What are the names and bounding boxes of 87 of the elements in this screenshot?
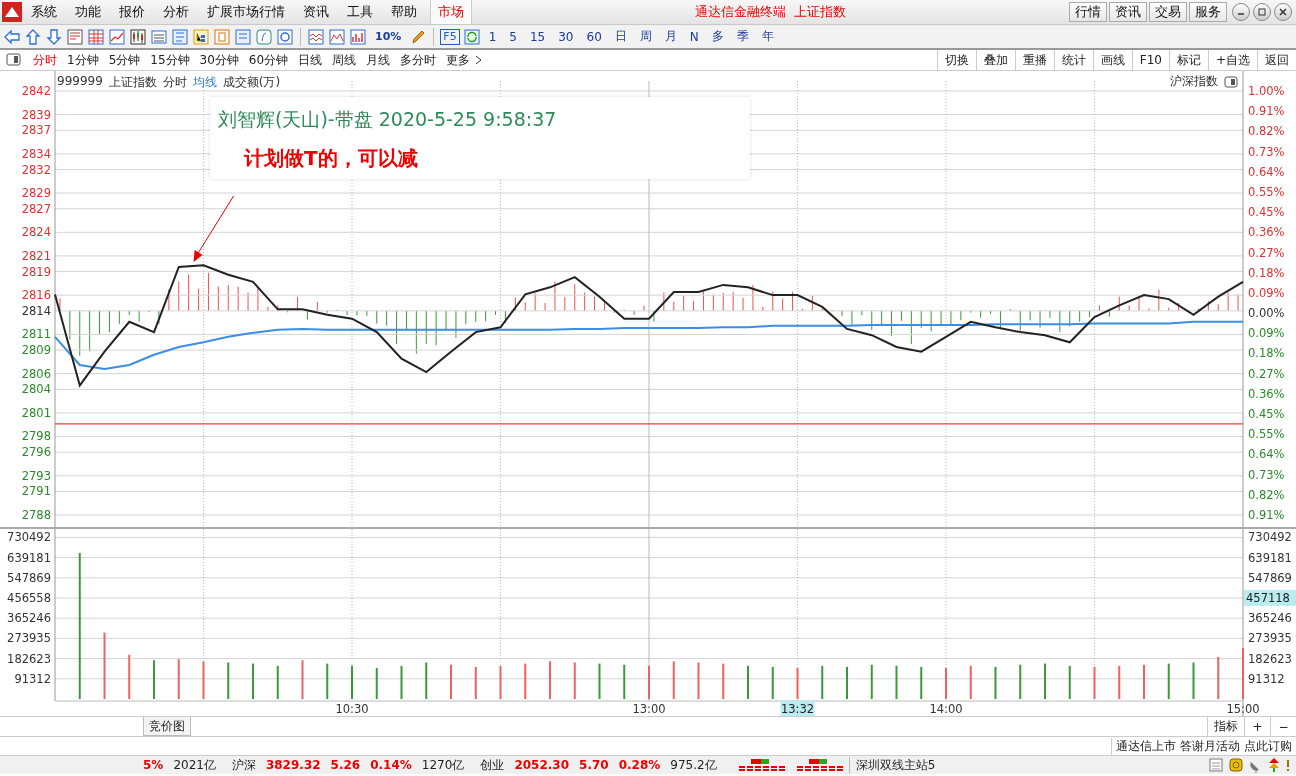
axis-label: 2821	[21, 248, 51, 263]
axis-label: 639181	[1248, 550, 1292, 565]
axis-label: 0.18%	[1248, 346, 1285, 361]
axis-label: 2811	[21, 327, 51, 342]
server-status: 深圳双线主站5	[848, 756, 942, 774]
status-text: 5%	[143, 758, 164, 772]
axis-label: 182623	[1248, 651, 1292, 666]
axis-label: 0.09%	[1248, 285, 1285, 300]
time-label: 13:00	[632, 702, 666, 716]
annotation-author: 刘智辉(天山)-带盘 2020-5-25 9:58:37	[218, 107, 558, 132]
axis-label: 2824	[21, 225, 51, 240]
axis-label: 0.82%	[1248, 124, 1285, 139]
status-text: 2021亿	[173, 756, 216, 774]
axis-label: 2809	[21, 343, 51, 358]
status-text: 3829.32	[265, 758, 321, 772]
axis-label: 2796	[21, 445, 51, 460]
axis-label: 0.55%	[1248, 184, 1285, 199]
axis-label: 2793	[21, 468, 51, 483]
axis-label: 0.64%	[1248, 164, 1285, 179]
status-text: 1270亿	[421, 756, 465, 774]
axis-label: 2791	[21, 484, 51, 499]
axis-label: 273935	[1248, 631, 1292, 646]
axis-label: 0.55%	[1248, 427, 1285, 442]
axis-label: 639181	[7, 550, 51, 565]
axis-label: 91312	[14, 671, 51, 686]
status-text: 0.28%	[618, 758, 661, 772]
window-title: 通达信金融终端 上证指数	[694, 3, 847, 21]
status-text: 975.2亿	[670, 756, 717, 774]
axis-label: 2816	[21, 288, 51, 303]
axis-label: 547869	[1248, 570, 1292, 585]
annotation-note: 计划做T的，可以减	[242, 145, 419, 172]
axis-label: 547869	[7, 570, 51, 585]
volume-label: 成交额(万)	[222, 74, 281, 91]
axis-label: 1.00%	[1248, 84, 1285, 98]
axis-label: 0.64%	[1248, 447, 1285, 462]
axis-label: 182623	[7, 651, 51, 666]
time-label: 10:30	[335, 702, 369, 716]
axis-label: 91312	[1248, 671, 1285, 686]
axis-label: 0.18%	[1248, 265, 1285, 280]
axis-label: 2834	[21, 146, 51, 161]
axis-label: 456558	[7, 591, 51, 605]
stock-code: 999999	[57, 74, 103, 90]
axis-label: 365246	[7, 611, 51, 626]
axis-label: 0.09%	[1248, 326, 1285, 341]
status-text: 2052.30	[514, 758, 570, 772]
status-text: 0.14%	[370, 758, 412, 772]
axis-label: 2827	[21, 201, 51, 216]
axis-label: 0.36%	[1248, 225, 1285, 240]
time-label: 15:00	[1226, 702, 1260, 716]
average-line-label: 均线	[192, 74, 217, 91]
axis-label: 0.45%	[1248, 205, 1285, 220]
axis-label: 0.36%	[1248, 386, 1285, 401]
axis-label: 730492	[1248, 530, 1292, 545]
axis-label: 2832	[21, 162, 51, 177]
axis-label: 0.73%	[1248, 144, 1285, 159]
axis-label: 0.91%	[1248, 104, 1285, 119]
axis-label: 2814	[21, 303, 51, 318]
axis-label: 2819	[21, 264, 51, 279]
status-text: 创业	[480, 756, 505, 774]
axis-label: 2798	[21, 429, 51, 444]
axis-label: 2804	[21, 382, 51, 397]
cursor-time-tag: 13:32	[780, 701, 815, 716]
axis-label: 0.82%	[1248, 487, 1285, 502]
index-label: 沪深指数	[1170, 73, 1218, 90]
chart-mode: 分时	[162, 74, 187, 91]
axis-label: 0.00%	[1248, 306, 1285, 321]
status-text: 5.70	[579, 758, 609, 772]
axis-label: 2829	[21, 186, 51, 201]
axis-label: 365246	[1248, 611, 1292, 626]
axis-label: 273935	[7, 631, 51, 646]
axis-label: 0.27%	[1248, 366, 1285, 381]
axis-label: 0.45%	[1248, 407, 1285, 422]
axis-label: 2837	[21, 123, 51, 138]
axis-label: 0.91%	[1248, 508, 1285, 522]
axis-label: 2801	[21, 405, 51, 420]
axis-label: 2842	[21, 84, 51, 98]
stock-name: 上证指数	[108, 74, 157, 91]
axis-label: 2788	[21, 508, 51, 522]
axis-label: 0.73%	[1248, 467, 1285, 482]
cursor-value-tag: 457118	[1244, 589, 1296, 606]
status-text: 5.26	[330, 758, 361, 772]
axis-label: 2839	[21, 107, 51, 122]
axis-label: 730492	[7, 530, 51, 545]
axis-label: 0.27%	[1248, 245, 1285, 260]
time-label: 14:00	[929, 702, 963, 716]
status-text: 沪深	[231, 756, 256, 774]
axis-label: 2806	[21, 366, 51, 381]
